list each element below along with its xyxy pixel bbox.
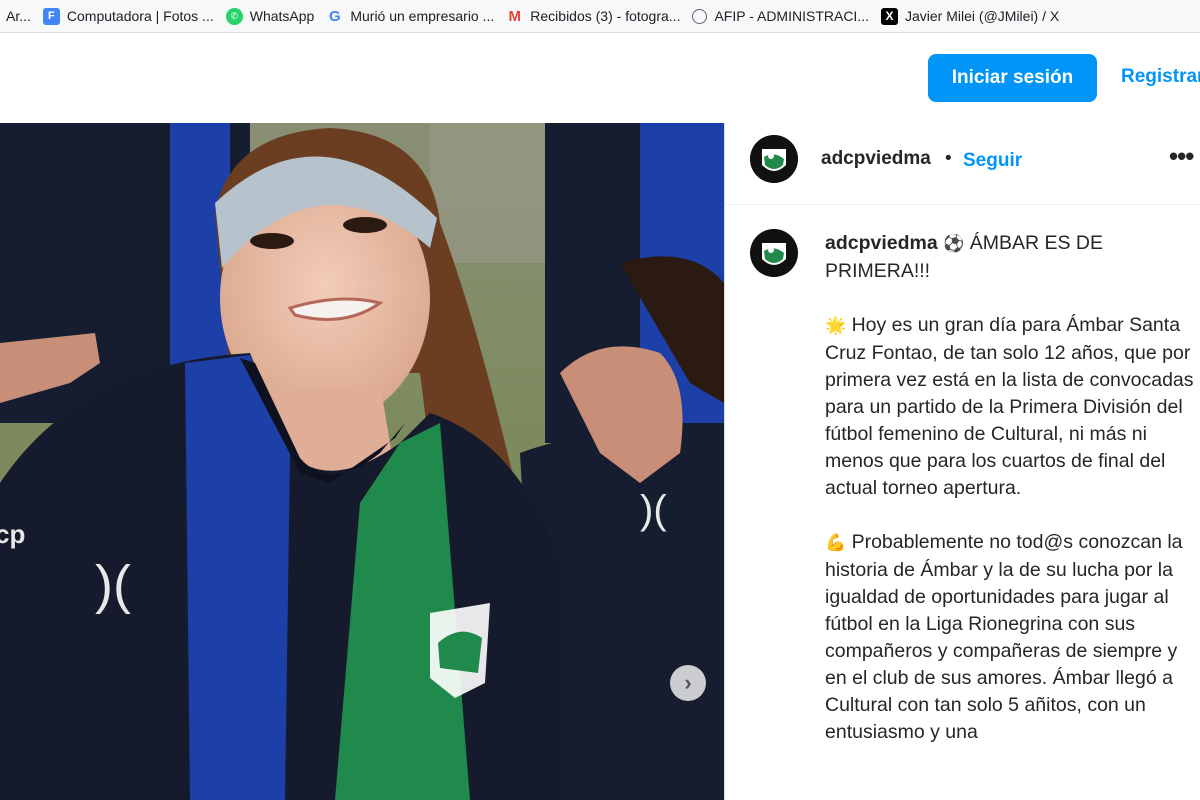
post-username[interactable]: adcpviedma (821, 148, 931, 170)
caption-paragraph-1: 🌟 Hoy es un gran día para Ámbar Santa Cr… (825, 312, 1195, 502)
register-link[interactable]: Registrar (1121, 66, 1200, 88)
club-crest-icon (750, 229, 798, 277)
bookmark-afip[interactable]: AFIP - ADMINISTRACI... (686, 0, 875, 32)
caption-avatar[interactable] (750, 229, 798, 277)
post-header: adcpviedma • Seguir ••• (725, 123, 1200, 205)
follow-button[interactable]: Seguir (963, 150, 1022, 172)
bookmark-label: Javier Milei (@JMilei) / X (905, 8, 1060, 24)
bookmark-label: Ar... (6, 8, 31, 24)
flexed-biceps-icon: 💪 (825, 533, 847, 553)
bookmark-label: Murió un empresario ... (350, 8, 495, 24)
star-icon: 🌟 (825, 316, 847, 336)
bookmark-computadora-fotos[interactable]: F Computadora | Fotos ... (37, 0, 220, 32)
svg-text:cp: cp (0, 519, 25, 549)
google-icon: G (328, 7, 341, 25)
post-image: )( )( cp (0, 123, 724, 800)
bookmark-label: AFIP - ADMINISTRACI... (714, 8, 869, 24)
post-caption: adcpviedma ⚽ ÁMBAR ES DE PRIMERA!!! 🌟 Ho… (825, 230, 1195, 773)
bookmark-javier-milei[interactable]: X Javier Milei (@JMilei) / X (875, 0, 1065, 32)
forms-icon: F (42, 7, 60, 25)
svg-text:)(: )( (95, 555, 131, 615)
bookmark-recibidos[interactable]: M Recibidos (3) - fotogra... (500, 0, 686, 32)
soccer-ball-icon: ⚽ (943, 234, 965, 254)
bookmark-whatsapp[interactable]: ✆ WhatsApp (220, 0, 321, 32)
gmail-icon: M (508, 7, 522, 25)
globe-icon (692, 8, 708, 24)
bookmarks-bar: Ar... F Computadora | Fotos ... ✆ WhatsA… (0, 0, 1200, 33)
x-icon: X (881, 7, 898, 25)
caption-paragraph-1-text: Hoy es un gran día para Ámbar Santa Cruz… (825, 314, 1194, 499)
next-image-button[interactable]: › (670, 665, 706, 701)
more-options-icon[interactable]: ••• (1169, 141, 1194, 172)
caption-username[interactable]: adcpviedma (825, 232, 938, 254)
bookmark-label: WhatsApp (249, 8, 315, 24)
post-sidebar: adcpviedma • Seguir ••• adcpviedma ⚽ ÁMB… (724, 123, 1200, 800)
caption-paragraph-2-text: Probablemente no tod@s conozcan la histo… (825, 531, 1183, 743)
top-header: Iniciar sesión Registrar (0, 33, 1200, 123)
bookmark-label: Computadora | Fotos ... (66, 8, 214, 24)
caption-title: adcpviedma ⚽ ÁMBAR ES DE PRIMERA!!! (825, 230, 1195, 285)
login-button[interactable]: Iniciar sesión (928, 54, 1097, 102)
svg-text:)(: )( (640, 488, 667, 532)
post-photo[interactable]: )( )( cp › (0, 123, 724, 800)
separator-dot: • (945, 148, 952, 169)
bookmark-ar[interactable]: Ar... (0, 0, 37, 32)
club-crest-icon (750, 135, 798, 183)
bookmark-murio-empresario[interactable]: G Murió un empresario ... (320, 0, 500, 32)
whatsapp-icon: ✆ (225, 7, 243, 25)
caption-paragraph-2: 💪 Probablemente no tod@s conozcan la his… (825, 529, 1195, 746)
chevron-right-icon: › (684, 670, 692, 695)
bookmark-label: Recibidos (3) - fotogra... (530, 8, 681, 24)
avatar[interactable] (750, 135, 798, 183)
